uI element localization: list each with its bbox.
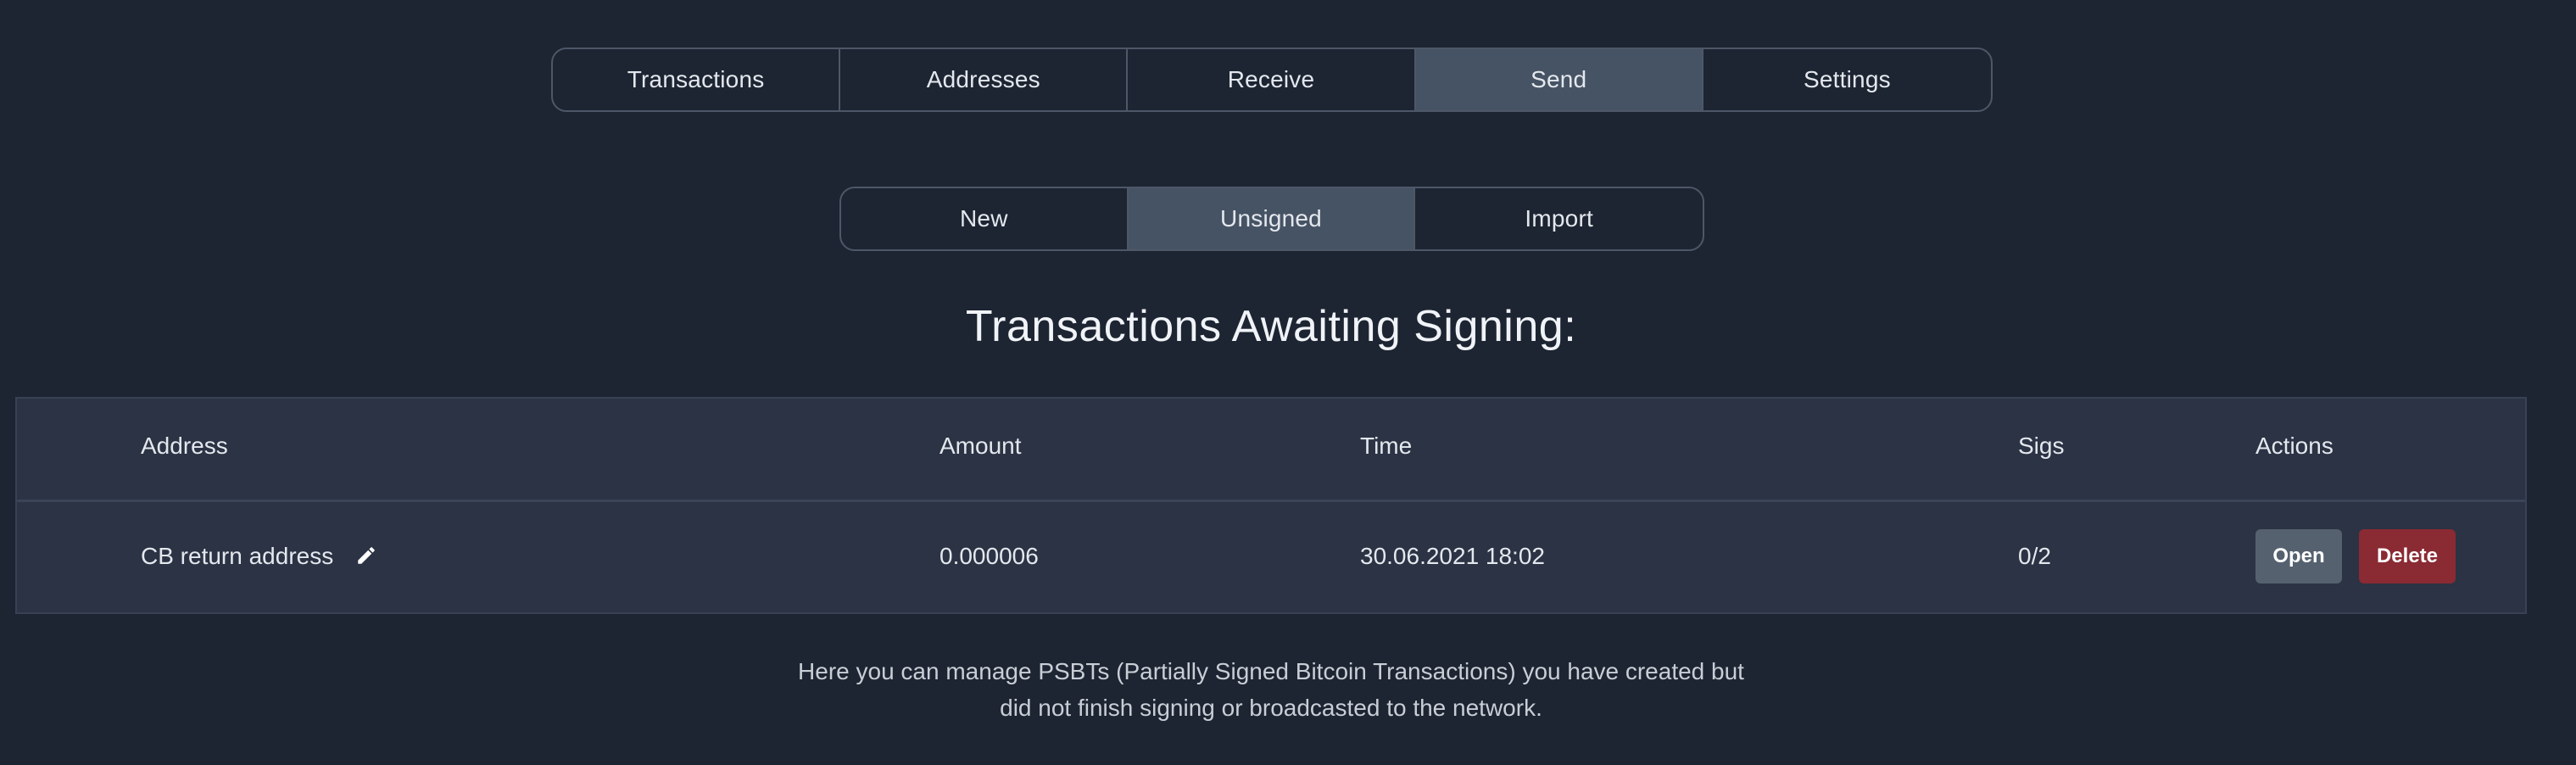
send-sub-tabs: New Unsigned Import [839, 187, 1704, 251]
page: Transactions Addresses Receive Send Sett… [0, 0, 2576, 765]
time-cell: 30.06.2021 18:02 [1360, 543, 1545, 569]
column-header-sigs: Sigs [2018, 433, 2065, 459]
main-nav-tabs: Transactions Addresses Receive Send Sett… [551, 47, 1993, 112]
pencil-icon[interactable] [355, 544, 377, 567]
subtab-new[interactable]: New [841, 188, 1129, 249]
subtab-unsigned[interactable]: Unsigned [1128, 188, 1416, 249]
subtab-import[interactable]: Import [1415, 188, 1703, 249]
pencil-icon-svg [358, 547, 375, 564]
column-header-address: Address [141, 433, 228, 459]
amount-cell: 0.000006 [940, 543, 1039, 569]
page-title: Transactions Awaiting Signing: [965, 302, 1577, 351]
column-header-actions: Actions [2255, 433, 2333, 459]
unsigned-transactions-table: Address Amount Time Sigs Actions CB retu… [15, 397, 2527, 614]
tab-transactions[interactable]: Transactions [553, 49, 841, 110]
help-text-line-1: Here you can manage PSBTs (Partially Sig… [798, 658, 1744, 684]
delete-button[interactable]: Delete [2359, 529, 2456, 584]
help-text: Here you can manage PSBTs (Partially Sig… [0, 653, 2542, 726]
tab-addresses[interactable]: Addresses [840, 49, 1129, 110]
open-button[interactable]: Open [2255, 529, 2342, 584]
address-label: CB return address [141, 543, 334, 569]
tab-send[interactable]: Send [1415, 49, 1703, 110]
tab-settings[interactable]: Settings [1703, 49, 1991, 110]
tab-receive[interactable]: Receive [1128, 49, 1416, 110]
table-header-row: Address Amount Time Sigs Actions [17, 399, 2525, 502]
table-row: CB return address 0.000006 30.06.2021 18… [17, 502, 2525, 612]
column-header-time: Time [1360, 433, 1413, 459]
help-text-line-2: did not finish signing or broadcasted to… [1000, 695, 1542, 721]
column-header-amount: Amount [940, 433, 1022, 459]
sigs-cell: 0/2 [2018, 543, 2051, 569]
address-cell: CB return address [141, 543, 377, 570]
